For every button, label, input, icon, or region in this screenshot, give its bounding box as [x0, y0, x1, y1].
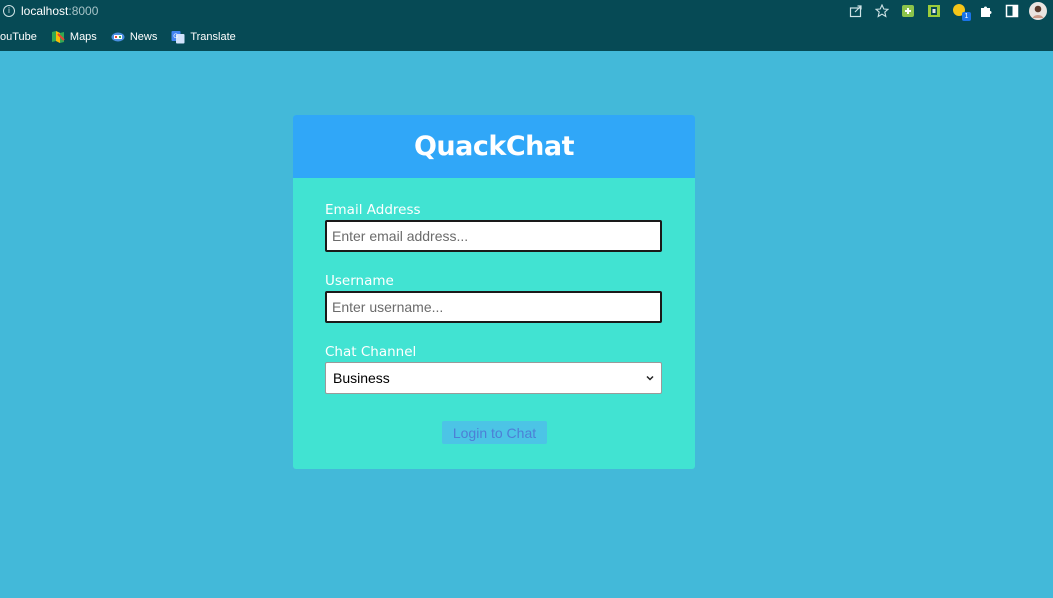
bookmark-label: ouTube: [0, 30, 37, 43]
extension-badge-count: 1: [962, 12, 971, 21]
url-host: localhost: [21, 4, 69, 18]
email-label: Email Address: [325, 202, 421, 218]
maps-icon: [51, 30, 65, 43]
channel-select[interactable]: Business: [325, 362, 662, 394]
extension-green-icon[interactable]: [899, 2, 917, 20]
puzzle-icon[interactable]: [977, 2, 995, 20]
username-label: Username: [325, 273, 394, 289]
bookmark-news[interactable]: News: [111, 26, 158, 48]
browser-toolbar-icons: 1: [839, 2, 1047, 21]
chevron-down-icon: [646, 375, 654, 381]
profile-avatar[interactable]: [1029, 2, 1047, 20]
extension-badge-icon[interactable]: 1: [951, 2, 971, 21]
username-field[interactable]: [325, 291, 662, 323]
login-card-header: QuackChat: [293, 115, 695, 178]
channel-selected-value: Business: [333, 370, 390, 386]
site-info-icon[interactable]: i: [3, 5, 15, 17]
sidepanel-icon[interactable]: [1003, 2, 1021, 20]
bookmark-translate[interactable]: G Translate: [171, 26, 236, 48]
news-icon: [111, 32, 125, 41]
extension-frame-icon[interactable]: [925, 2, 943, 20]
url-field[interactable]: localhost:8000: [21, 4, 98, 18]
channel-label: Chat Channel: [325, 344, 417, 360]
bookmark-label: Translate: [190, 30, 236, 43]
share-icon[interactable]: [847, 2, 865, 20]
star-icon[interactable]: [873, 2, 891, 20]
bookmark-label: News: [129, 30, 158, 43]
bookmark-label: Maps: [69, 30, 97, 43]
bookmarks-bar: ouTube Maps News G Translate: [0, 22, 1053, 51]
login-button[interactable]: Login to Chat: [442, 421, 547, 444]
browser-address-bar: i localhost:8000 1: [0, 0, 1053, 22]
email-field[interactable]: [325, 220, 662, 252]
url-port: :8000: [68, 4, 99, 18]
login-form: Email Address Username Chat Channel Busi…: [325, 202, 662, 394]
bookmark-maps[interactable]: Maps: [51, 26, 97, 48]
translate-icon: G: [171, 30, 185, 43]
svg-text:G: G: [174, 33, 179, 40]
bookmark-youtube[interactable]: ouTube: [0, 26, 37, 48]
app-title: QuackChat: [413, 131, 575, 162]
login-card: QuackChat Email Address Username Chat Ch…: [293, 115, 695, 469]
